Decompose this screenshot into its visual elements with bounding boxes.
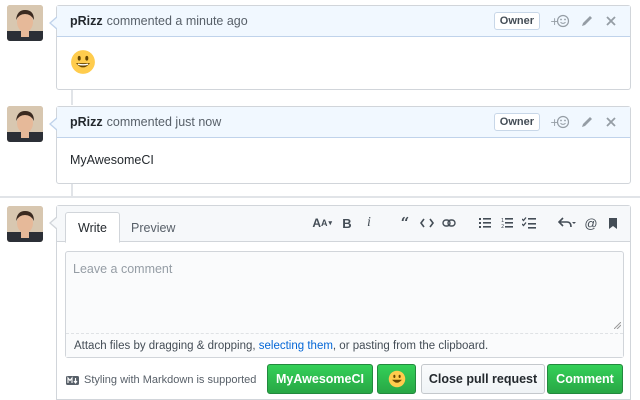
attach-text-suffix: , or pasting from the clipboard. [332, 340, 489, 352]
tab-preview[interactable]: Preview [119, 212, 187, 243]
comment-button[interactable]: Comment [547, 364, 623, 394]
mention-icon[interactable]: @ [584, 215, 598, 231]
select-files-link[interactable]: selecting them [259, 340, 333, 352]
comment-textarea-wrapper: Attach files by dragging & dropping, sel… [65, 251, 624, 358]
numbered-list-icon[interactable]: 12 [500, 215, 514, 231]
bulleted-list-icon[interactable] [478, 215, 492, 231]
bookmark-icon[interactable] [606, 215, 620, 231]
comment-author[interactable]: pRizz [70, 14, 103, 28]
reply-icon[interactable] [558, 215, 576, 231]
comment-1: pRizz commented a minute ago Owner + [49, 5, 631, 90]
comment-editor: Write Preview A A ▾ B i “ 12 @ Leave a c… [49, 205, 631, 400]
resize-grip-icon[interactable] [614, 322, 621, 329]
italic-icon[interactable]: i [362, 215, 376, 231]
markdown-hint-text: Styling with Markdown is supported [84, 374, 257, 386]
close-icon[interactable] [604, 115, 618, 129]
close-pull-request-button[interactable]: Close pull request [421, 364, 545, 394]
comment-author[interactable]: pRizz [70, 115, 103, 129]
myawesomeci-button[interactable]: MyAwesomeCI [267, 364, 373, 394]
markdown-toolbar: A A ▾ B i “ 12 @ [304, 214, 620, 232]
add-reaction-icon[interactable]: + [550, 14, 570, 28]
owner-badge: Owner [493, 12, 540, 30]
comment-timestamp[interactable]: commented a minute ago [107, 14, 248, 28]
markdown-hint[interactable]: Styling with Markdown is supported [66, 374, 256, 386]
bold-icon[interactable]: B [340, 215, 354, 231]
comment-2: pRizz commented just now Owner + MyAweso… [49, 106, 631, 184]
smiley-emoji-icon [388, 370, 405, 388]
editor-tabbar: Write Preview A A ▾ B i “ 12 @ [57, 206, 630, 243]
text-size-icon[interactable]: A A ▾ [312, 215, 332, 231]
timeline-line [71, 90, 73, 105]
comment-header: pRizz commented just now Owner + [49, 107, 630, 138]
owner-badge: Owner [493, 113, 540, 131]
quote-icon[interactable]: “ [398, 214, 412, 232]
link-icon[interactable] [442, 215, 456, 231]
attach-text-prefix: Attach files by dragging & dropping, [74, 340, 259, 352]
svg-text:2: 2 [501, 224, 504, 229]
comment-textarea[interactable] [66, 252, 623, 332]
comment-timestamp[interactable]: commented just now [107, 115, 222, 129]
emoji-button[interactable] [377, 364, 416, 394]
comment-body [57, 37, 630, 90]
tab-write[interactable]: Write [65, 212, 120, 243]
timeline-line [71, 184, 73, 196]
comment-body: MyAwesomeCI [70, 153, 154, 167]
add-reaction-icon[interactable]: + [550, 115, 570, 129]
smiley-emoji-icon [71, 50, 95, 74]
timeline-divider [0, 196, 640, 198]
edit-pencil-icon[interactable] [580, 115, 594, 129]
markdown-icon [66, 375, 79, 385]
avatar[interactable] [7, 5, 43, 41]
close-icon[interactable] [604, 14, 618, 28]
task-list-icon[interactable] [522, 215, 536, 231]
edit-pencil-icon[interactable] [580, 14, 594, 28]
comment-header: pRizz commented a minute ago Owner + [49, 6, 630, 37]
editor-footer: Styling with Markdown is supported MyAwe… [57, 364, 630, 396]
avatar[interactable] [7, 206, 43, 242]
avatar[interactable] [7, 106, 43, 142]
code-icon[interactable] [420, 215, 434, 231]
attach-files-bar[interactable]: Attach files by dragging & dropping, sel… [66, 333, 623, 357]
